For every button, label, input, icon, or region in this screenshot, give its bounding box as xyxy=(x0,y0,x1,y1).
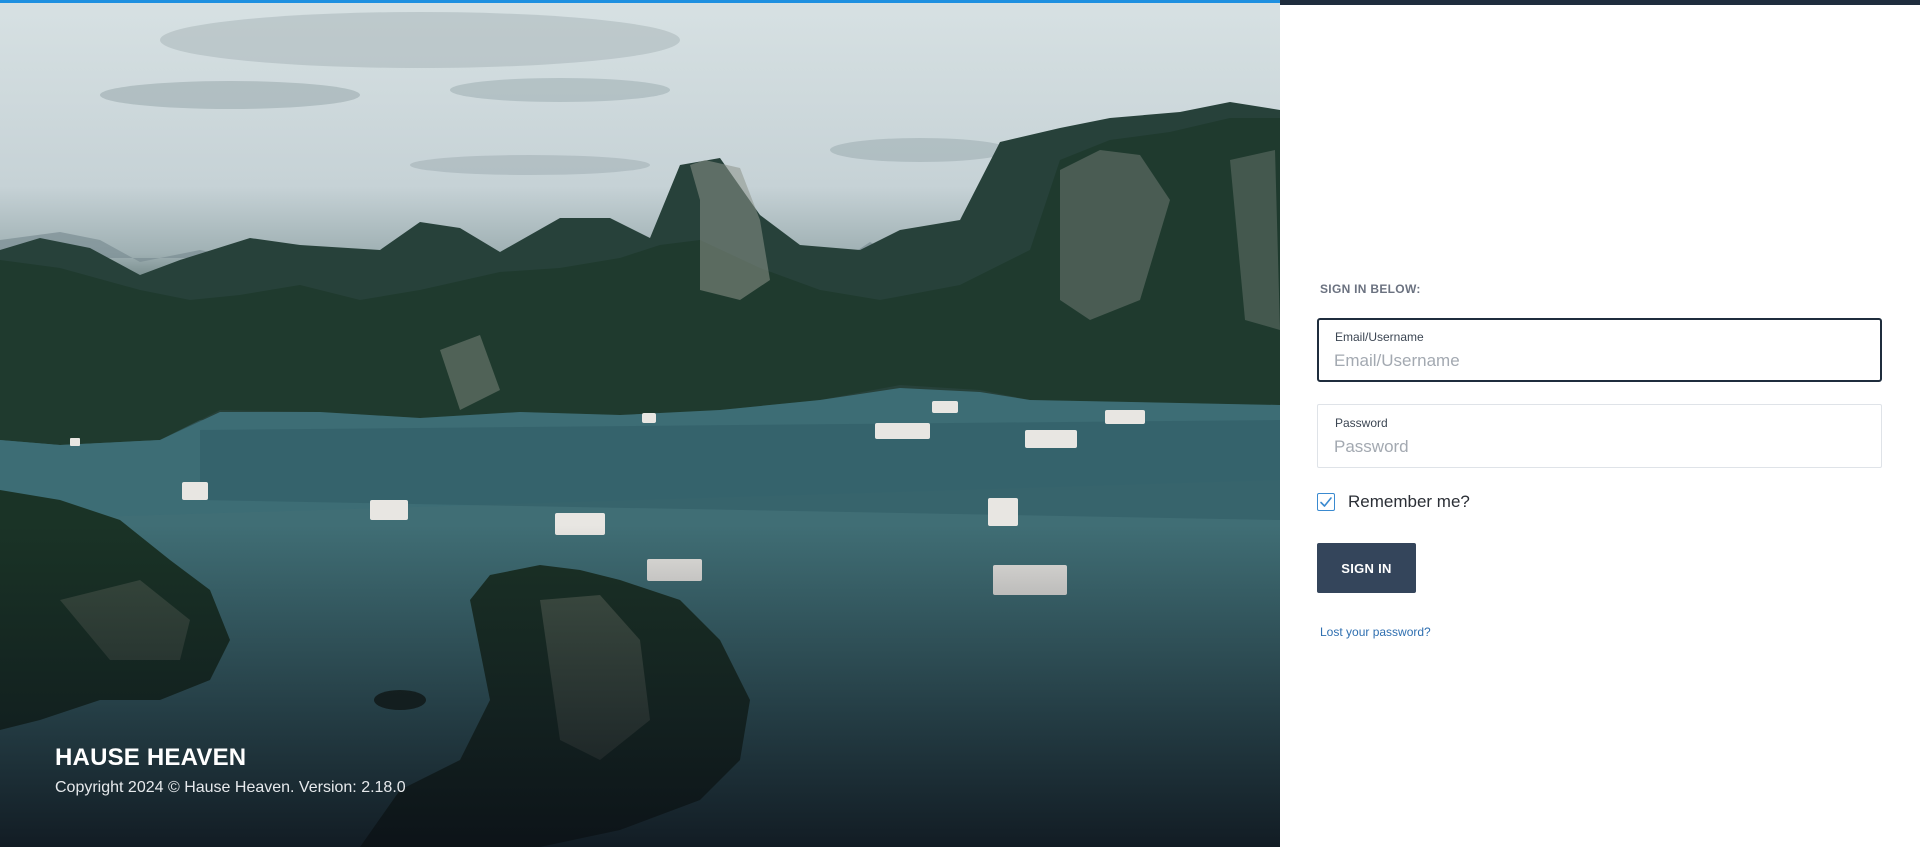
brand-block: HAUSE HEAVEN Copyright 2024 © Hause Heav… xyxy=(55,744,406,798)
login-page: HAUSE HEAVEN Copyright 2024 © Hause Heav… xyxy=(0,0,1920,847)
email-field[interactable]: Email/Username xyxy=(1317,318,1882,382)
hero-accent-bar xyxy=(0,0,1280,3)
sign-in-heading: SIGN IN BELOW: xyxy=(1320,282,1421,296)
password-input[interactable] xyxy=(1334,436,1854,458)
hero-shade-overlay xyxy=(0,0,1280,847)
password-field-label: Password xyxy=(1335,416,1388,430)
remember-me-row[interactable]: Remember me? xyxy=(1317,492,1470,512)
check-icon xyxy=(1320,497,1332,507)
email-input[interactable] xyxy=(1334,350,1854,372)
hero-image-panel: HAUSE HEAVEN Copyright 2024 © Hause Heav… xyxy=(0,0,1280,847)
lost-password-link[interactable]: Lost your password? xyxy=(1320,625,1431,639)
copyright-text: Copyright 2024 © Hause Heaven. Version: … xyxy=(55,779,406,796)
email-field-label: Email/Username xyxy=(1335,330,1424,344)
brand-title: HAUSE HEAVEN xyxy=(55,744,247,771)
login-accent-bar xyxy=(1280,0,1920,5)
login-panel: SIGN IN BELOW: Email/Username Password R… xyxy=(1280,0,1920,847)
sign-in-button[interactable]: SIGN IN xyxy=(1317,543,1416,593)
remember-me-checkbox[interactable] xyxy=(1317,493,1335,511)
remember-me-label[interactable]: Remember me? xyxy=(1348,492,1470,512)
password-field[interactable]: Password xyxy=(1317,404,1882,468)
